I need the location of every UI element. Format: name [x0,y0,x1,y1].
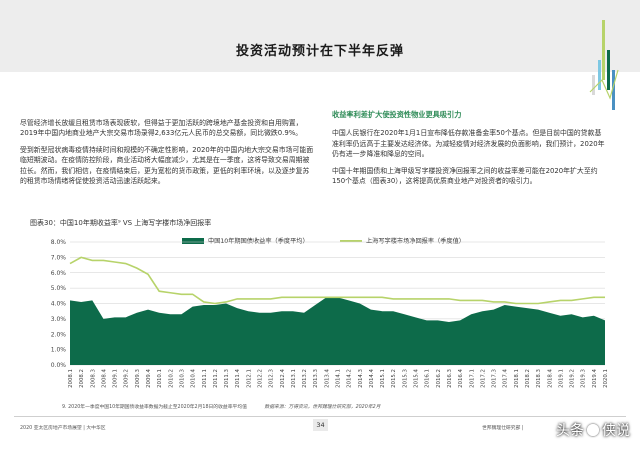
x-tick-label: 2019.3 [581,369,587,388]
x-tick-label: 2011.4 [235,368,241,387]
y-tick-label: 4.0% [51,301,67,308]
x-tick-label: 2011.2 [213,369,219,388]
x-tick-label: 2016.3 [447,369,453,388]
y-tick-label: 1.0% [51,347,67,354]
x-tick-label: 2014.4 [369,368,375,387]
x-tick-label: 2012.1 [246,369,252,388]
right-text-column: 收益率利差扩大使投资性物业更具吸引力 中国人民银行在2020年1月1日宣布降低存… [332,110,608,192]
x-tick-label: 2011.1 [202,369,208,388]
x-tick-label: 2008.1 [68,369,74,388]
x-tick-label: 2010.1 [157,369,163,388]
y-tick-label: 0.0% [51,362,67,369]
footnote-text: 9. 2020年一季度中国10年期国债收益率数据为截止至2020年2月18日的收… [62,405,247,410]
x-tick-label: 2018.2 [525,369,531,388]
x-tick-label: 2013.2 [302,369,308,388]
y-tick-label: 5.0% [51,285,67,292]
x-tick-label: 2019.2 [570,369,576,388]
x-tick-label: 2019.4 [592,368,598,387]
y-tick-label: 3.0% [51,316,67,323]
x-tick-label: 2012.2 [257,369,263,388]
footer-rule [14,416,626,417]
x-tick-label: 2013.4 [324,368,330,387]
page-title: 投资活动预计在下半年反弹 [235,44,404,59]
x-tick-label: 2009.2 [124,369,130,388]
x-tick-label: 2013.3 [313,369,319,388]
y-tick-label: 2.0% [51,331,67,338]
left-paragraph-2: 受到新型冠状病毒疫情持续时间和规模的不确定性影响，2020年的中国内地大宗交易市… [20,145,314,186]
x-tick-label: 2008.2 [79,369,85,388]
x-tick-label: 2008.3 [90,369,96,388]
right-paragraph-2: 中国十年期国债和上海甲级写字楼投资净回报率之间的收益率差可能在2020年扩大至约… [332,166,598,186]
header-band [0,0,640,72]
x-tick-label: 2012.4 [280,368,286,387]
watermark-icon [587,424,599,436]
watermark-left: 头条 [556,423,584,439]
right-paragraph-1: 中国人民银行在2020年1月1日宣布降低存款准备金率50个基点。但是目前中国的贷… [332,129,605,159]
data-source: 数据来源：万得资讯，世邦魏理仕研究部，2020年2月 [264,405,381,410]
x-tick-label: 2014.1 [336,369,342,388]
footnote: 9. 2020年一季度中国10年期国债收益率数据为截止至2020年2月18日的收… [62,403,380,410]
x-tick-label: 2015.1 [380,369,386,388]
x-tick-label: 2016.2 [436,369,442,388]
office-return-line [69,256,605,305]
x-tick-label: 2015.3 [402,369,408,388]
y-tick-label: 6.0% [51,270,67,277]
decorative-bars [589,20,619,110]
x-tick-label: 2017.3 [492,369,498,388]
bond-yield-area [70,297,605,365]
x-tick-label: 2018.1 [514,369,520,388]
left-text-column: 尽管经济增长放缓且租赁市场表现疲软，但得益于更加活跃的跨境地产基金投资和自用购置… [20,118,316,192]
x-tick-label: 2008.4 [101,368,107,387]
left-paragraph-1: 尽管经济增长放缓且租赁市场表现疲软，但得益于更加活跃的跨境地产基金投资和自用购置… [20,119,303,138]
footer-publication: 2020 亚太区房地产市场展望 | 大中华区 [20,426,106,431]
x-tick-label: 2009.3 [135,369,141,388]
x-tick-label: 2015.4 [414,368,420,387]
footer-brand: 世邦魏理仕研究部 | [482,426,524,431]
x-tick-label: 2014.2 [347,369,353,388]
yield-chart: 0.0% 1.0% 2.0% 3.0% 4.0% 5.0% 6.0% 7.0% 8.0% 2008… [51,239,609,388]
x-tick-label: 2014.3 [358,369,364,388]
page-number: 34 [313,419,328,431]
watermark: 头条 侠说 [556,420,630,440]
y-tick-label: 7.0% [51,254,67,261]
x-tick-label: 2013.1 [291,369,297,388]
x-tick-label: 2010.4 [191,368,197,387]
x-tick-label: 2019.1 [558,369,564,388]
watermark-right: 侠说 [602,423,630,439]
x-tick-label: 2016.1 [425,369,431,388]
x-tick-label: 2017.1 [469,369,475,388]
chart-title: 图表30：中国10年期收益率⁹ VS 上海写字楼市场净回报率 [30,219,212,227]
x-tick-label: 2018.3 [536,369,542,388]
x-tick-label: 2017.2 [480,369,486,388]
x-tick-label: 2012.3 [269,369,275,388]
section-subheading: 收益率利差扩大使投资性物业更具吸引力 [332,110,462,119]
x-tick-label: 2018.4 [547,368,553,387]
x-tick-label: 2009.4 [146,368,152,387]
x-tick-label: 2009.1 [113,369,119,388]
x-tick-label: 2015.2 [391,369,397,388]
x-tick-label: 2010.2 [168,369,174,388]
x-tick-label: 2016.4 [458,368,464,387]
x-tick-label: 2017.4 [503,368,509,387]
x-tick-label: 2011.3 [224,369,230,388]
x-tick-label: 2020.1 [603,369,609,388]
y-tick-label: 8.0% [51,239,67,246]
x-tick-label: 2010.3 [179,369,185,388]
